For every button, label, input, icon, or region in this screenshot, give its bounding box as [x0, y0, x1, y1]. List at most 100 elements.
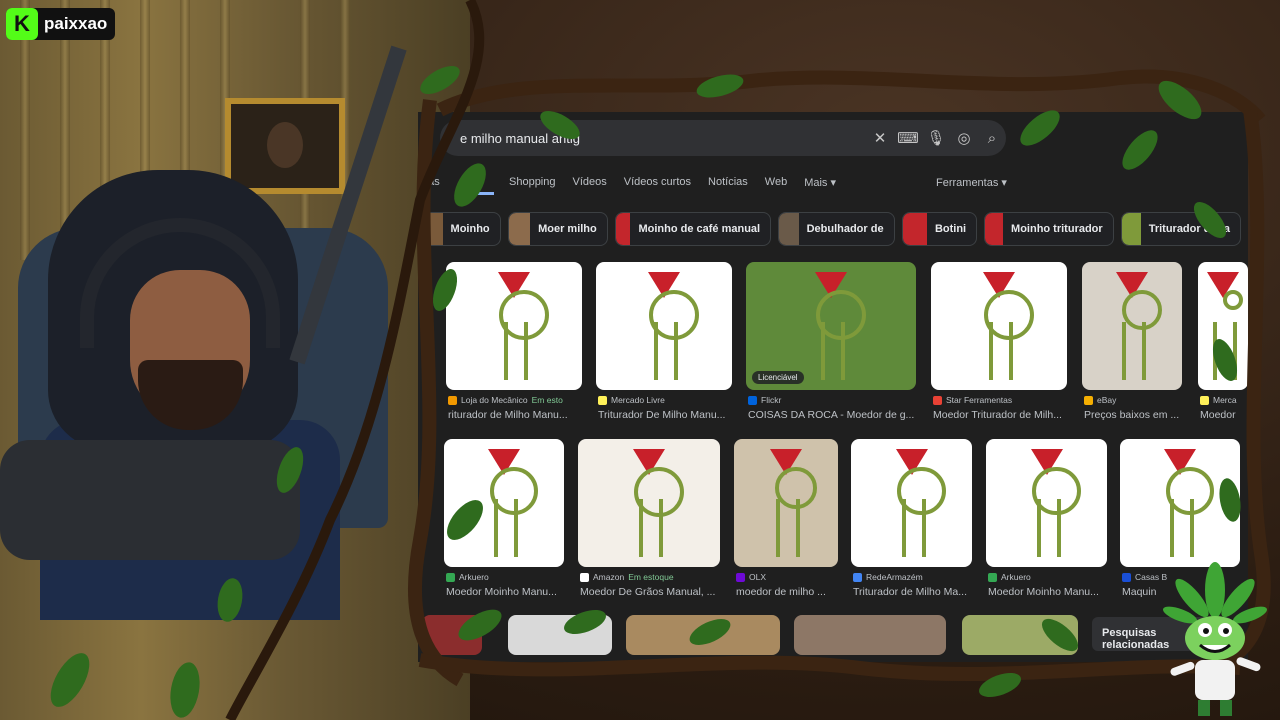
result-thumbnail[interactable] [444, 439, 564, 567]
active-tab-indicator [458, 192, 494, 195]
search-icon[interactable]: ⌕ [978, 130, 1006, 147]
chip-1[interactable]: Moer milho [507, 212, 608, 246]
results-row-2: Arkuero Moedor Moinho Manu... Amazon Em est… [418, 439, 1248, 609]
result-title[interactable]: riturador de Milho Manu... [448, 409, 584, 421]
result-title[interactable]: Moedor Triturador de Milh... [933, 409, 1069, 421]
keyboard-icon[interactable]: ⌨ [894, 129, 922, 147]
chip-label: Moinho triturador [1011, 223, 1103, 235]
image-result[interactable]: Star Ferramentas Moedor Triturador de Mil… [931, 262, 1067, 430]
tab-videos[interactable]: Vídeos [573, 176, 607, 188]
result-source: OLX [736, 572, 766, 582]
lens-icon[interactable]: ◎ [950, 129, 978, 147]
result-thumbnail[interactable]: Licenciável [746, 262, 916, 390]
result-source: Arkuero [988, 572, 1031, 582]
result-thumbnail[interactable] [986, 439, 1107, 567]
image-result[interactable]: Loja do Mecânico Em esto riturador de Milh… [446, 262, 582, 430]
result-thumb[interactable] [794, 615, 946, 655]
result-thumb[interactable] [626, 615, 780, 655]
stock-status: Em esto [531, 395, 563, 405]
result-title[interactable]: Preços baixos em ... [1084, 409, 1184, 421]
image-result[interactable]: Amazon Em estoque Moedor De Grãos Manual, … [578, 439, 720, 607]
result-source: RedeArmazém [853, 572, 923, 582]
refinement-chips: Moinho Moer milho Moinho de café manual Deb… [418, 210, 1248, 248]
tab-web[interactable]: Web [765, 176, 787, 188]
chip-3[interactable]: Debulhador de [778, 212, 895, 246]
result-title[interactable]: Moedor [1200, 409, 1248, 421]
image-result[interactable]: Licenciável Flickr COISAS DA ROCA - Moedor… [746, 262, 916, 430]
wall-portrait [225, 98, 345, 194]
results-row-1: Loja do Mecânico Em esto riturador de Milh… [418, 262, 1248, 432]
source-name: OLX [749, 572, 767, 582]
result-title[interactable]: Moedor Moinho Manu... [988, 586, 1109, 598]
kick-logo-icon: K [6, 8, 38, 40]
result-thumbnail[interactable] [1198, 262, 1248, 390]
chip-label: Moer milho [538, 223, 597, 235]
chip-thumbnail [779, 213, 799, 245]
result-thumbnail[interactable] [1120, 439, 1240, 567]
result-source: Star Ferramentas [933, 395, 1012, 405]
result-thumbnail[interactable] [446, 262, 582, 390]
result-title[interactable]: COISAS DA ROCA - Moedor de g... [748, 409, 918, 421]
image-result[interactable]: Arkuero Moedor Moinho Manu... [444, 439, 564, 607]
stock-status: Em estoque [628, 572, 674, 582]
result-source: Mercado Livre [598, 395, 665, 405]
result-thumbnail[interactable] [734, 439, 838, 567]
result-thumb[interactable] [508, 615, 612, 655]
image-result[interactable]: OLX moedor de milho ... [734, 439, 838, 607]
result-thumbnail[interactable] [851, 439, 972, 567]
image-result[interactable]: eBay Preços baixos em ... [1082, 262, 1182, 430]
chip-label: Moinho [450, 223, 490, 235]
result-title[interactable]: moedor de milho ... [736, 586, 840, 598]
source-favicon-icon [988, 572, 997, 582]
source-name: RedeArmazém [866, 572, 923, 582]
source-name: Flickr [761, 395, 782, 405]
tab-news[interactable]: Notícias [708, 176, 748, 188]
tab-more[interactable]: Mais ▾ [804, 176, 836, 189]
source-favicon-icon [1122, 572, 1131, 582]
result-thumbnail[interactable] [931, 262, 1067, 390]
result-title[interactable]: Moedor De Grãos Manual, ... [580, 586, 722, 598]
source-favicon-icon [853, 572, 862, 582]
chip-5[interactable]: Moinho triturador [984, 212, 1114, 246]
tools-button[interactable]: Ferramentas ▾ [936, 176, 1007, 189]
channel-name: paixxao [44, 14, 108, 33]
result-source: Amazon Em estoque [580, 572, 674, 582]
source-favicon-icon [1200, 395, 1209, 405]
clear-icon[interactable]: ✕ [866, 129, 894, 147]
source-name: Mercado Livre [611, 395, 665, 405]
chip-6[interactable]: Triturador de ra [1120, 212, 1241, 246]
result-thumbnail[interactable] [1082, 262, 1182, 390]
result-title[interactable]: Triturador de Milho Ma... [853, 586, 974, 598]
source-name: eBay [1097, 395, 1117, 405]
result-thumb[interactable] [422, 615, 482, 655]
microphone-icon[interactable]: 🎙 [922, 129, 950, 147]
chip-thumbnail [419, 213, 443, 245]
source-favicon-icon [446, 572, 455, 582]
result-title[interactable]: Moedor Moinho Manu... [446, 586, 566, 598]
tab-short-videos[interactable]: Vídeos curtos [624, 176, 691, 188]
licensable-badge: Licenciável [752, 371, 804, 384]
image-result[interactable]: Mercado Livre Triturador De Milho Manu... [596, 262, 732, 430]
chip-4[interactable]: Botini [901, 212, 978, 246]
source-favicon-icon [580, 572, 589, 582]
image-result[interactable]: RedeArmazém Triturador de Milho Ma... [851, 439, 972, 607]
webcam-feed [0, 0, 470, 720]
image-result[interactable]: Merca Moedor [1198, 262, 1248, 430]
stream-scene: K paixxao e milho manual antig ✕ ⌨ 🎙 ◎ ⌕… [0, 0, 1280, 720]
result-thumb[interactable] [962, 615, 1078, 655]
chip-label: Moinho de café manual [638, 223, 761, 235]
result-source: Merca [1200, 395, 1237, 405]
search-input[interactable]: e milho manual antig [460, 131, 866, 146]
chip-thumbnail [615, 213, 631, 245]
tab-images[interactable]: das [422, 176, 492, 188]
source-favicon-icon [598, 395, 607, 405]
image-result[interactable]: Arkuero Moedor Moinho Manu... [986, 439, 1107, 607]
search-bar[interactable]: e milho manual antig ✕ ⌨ 🎙 ◎ ⌕ [440, 120, 1006, 156]
chip-label: Debulhador de [806, 223, 884, 235]
result-thumbnail[interactable] [578, 439, 720, 567]
tab-shopping[interactable]: Shopping [509, 176, 556, 188]
result-thumbnail[interactable] [596, 262, 732, 390]
chip-2[interactable]: Moinho de café manual [614, 212, 772, 246]
chip-0[interactable]: Moinho [418, 212, 501, 246]
result-title[interactable]: Triturador De Milho Manu... [598, 409, 734, 421]
